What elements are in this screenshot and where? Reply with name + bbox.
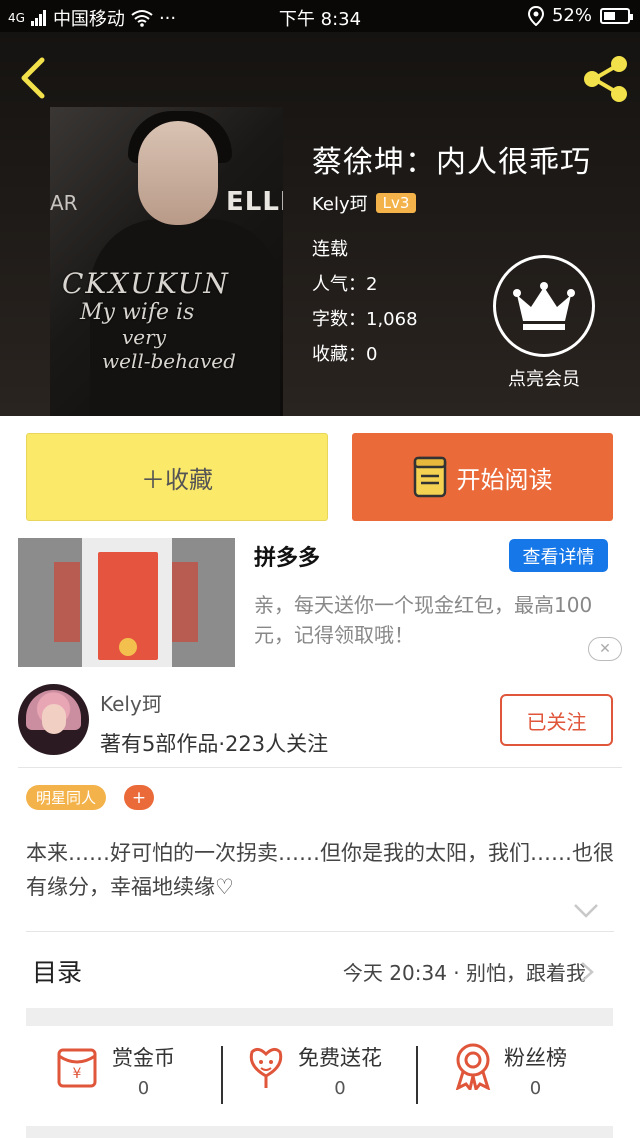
ad-description: 亲，每天送你一个现金红包，最高100元，记得领取哦！ [254,593,593,647]
start-reading-button[interactable]: 开始阅读 [352,433,613,521]
author-card-stats: 著有5部作品·223人关注 [100,732,329,756]
red-envelope-icon: ¥ [57,1048,97,1088]
book-meta: 连载 人气：2 字数：1,068 收藏：0 [312,232,418,372]
fan-ranking-label: 粉丝榜 [504,1046,567,1070]
reward-coins-count: 0 [137,1078,150,1099]
ad-image-side-left [54,562,80,642]
cover-text-3: very [122,325,166,349]
send-flower-count: 0 [334,1078,346,1099]
back-icon[interactable] [14,54,54,102]
ad-image[interactable] [18,538,235,667]
favorites-count: 收藏：0 [312,344,378,365]
author-card-name[interactable]: Kely珂 [100,688,162,717]
cover-text-2: My wife is [80,300,195,325]
tag-chip[interactable]: 明星同人 [26,785,107,810]
chevron-down-icon[interactable] [573,902,599,920]
chevron-right-icon[interactable] [580,961,594,983]
book-header: AR ELLEMI CKXUKUN My wife is very well-b… [0,32,640,416]
book-title: 蔡徐坤：内人很乖巧 [312,145,591,180]
ad-details-button[interactable]: 查看详情 [509,539,608,572]
fan-ranking-count: 0 [529,1078,542,1099]
send-flower-button[interactable]: 免费送花 0 [244,1042,382,1106]
share-icon[interactable] [580,54,630,104]
book-icon [413,456,446,498]
collect-button[interactable]: ＋收藏 [26,433,328,521]
divider [26,931,614,932]
cover-text-4: well-behaved [102,349,236,373]
cover-figure-face [138,121,218,225]
author-name[interactable]: Kely珂 [312,190,368,216]
vip-button[interactable]: 点亮会员 [493,255,595,391]
word-count: 字数：1,068 [312,309,418,330]
crown-icon [493,255,595,357]
vip-label: 点亮会员 [508,369,580,390]
serial-status: 连载 [312,239,348,260]
divider [18,767,622,768]
start-reading-label: 开始阅读 [456,465,553,494]
status-bar: 4G 中国移动 ··· 下午 8:34 52% [0,0,640,32]
avatar-face [42,704,66,734]
section-separator [26,1008,613,1026]
synopsis: 本来……好可怕的一次拐卖……但你是我的太阳，我们……也很有缘分，幸福地续缘♡ [26,841,614,899]
divider [416,1046,418,1104]
send-flower-label: 免费送花 [298,1046,382,1070]
ad-image-side-right [172,562,198,642]
cover-brand: ELLEMI [226,187,283,217]
fan-ranking-button[interactable]: 粉丝榜 0 [452,1042,567,1106]
reward-coins-label: 赏金币 [112,1046,175,1070]
avatar[interactable] [18,684,89,755]
divider [221,1046,223,1104]
popularity: 人气：2 [312,274,378,295]
medal-icon [455,1043,491,1090]
battery-icon [600,7,633,24]
cover-text-1: CKXUKUN [62,267,230,300]
ad-close-button[interactable]: ✕ [588,637,622,661]
location-icon [527,5,544,26]
ad-image-coin [119,638,137,656]
svg-text:¥: ¥ [73,1066,82,1082]
level-badge: Lv3 [375,193,417,213]
flower-icon [249,1047,283,1088]
author-row: Kely珂 Lv3 [312,190,417,216]
follow-button[interactable]: 已关注 [500,694,613,746]
book-cover[interactable]: AR ELLEMI CKXUKUN My wife is very well-b… [50,107,283,416]
cover-brand-left: AR [50,191,78,215]
toc-label[interactable]: 目录 [32,953,82,989]
reward-coins-button[interactable]: ¥ 赏金币 0 [56,1042,175,1106]
section-separator [26,1126,613,1138]
battery-percent: 52% [551,5,592,26]
ad-title[interactable]: 拼多多 [254,540,320,572]
cover-title-art: CKXUKUN My wife is very well-behaved [62,267,236,373]
latest-chapter[interactable]: 今天 20:34 · 别怕，跟着我 [343,957,586,986]
add-tag-button[interactable]: + [124,785,154,810]
